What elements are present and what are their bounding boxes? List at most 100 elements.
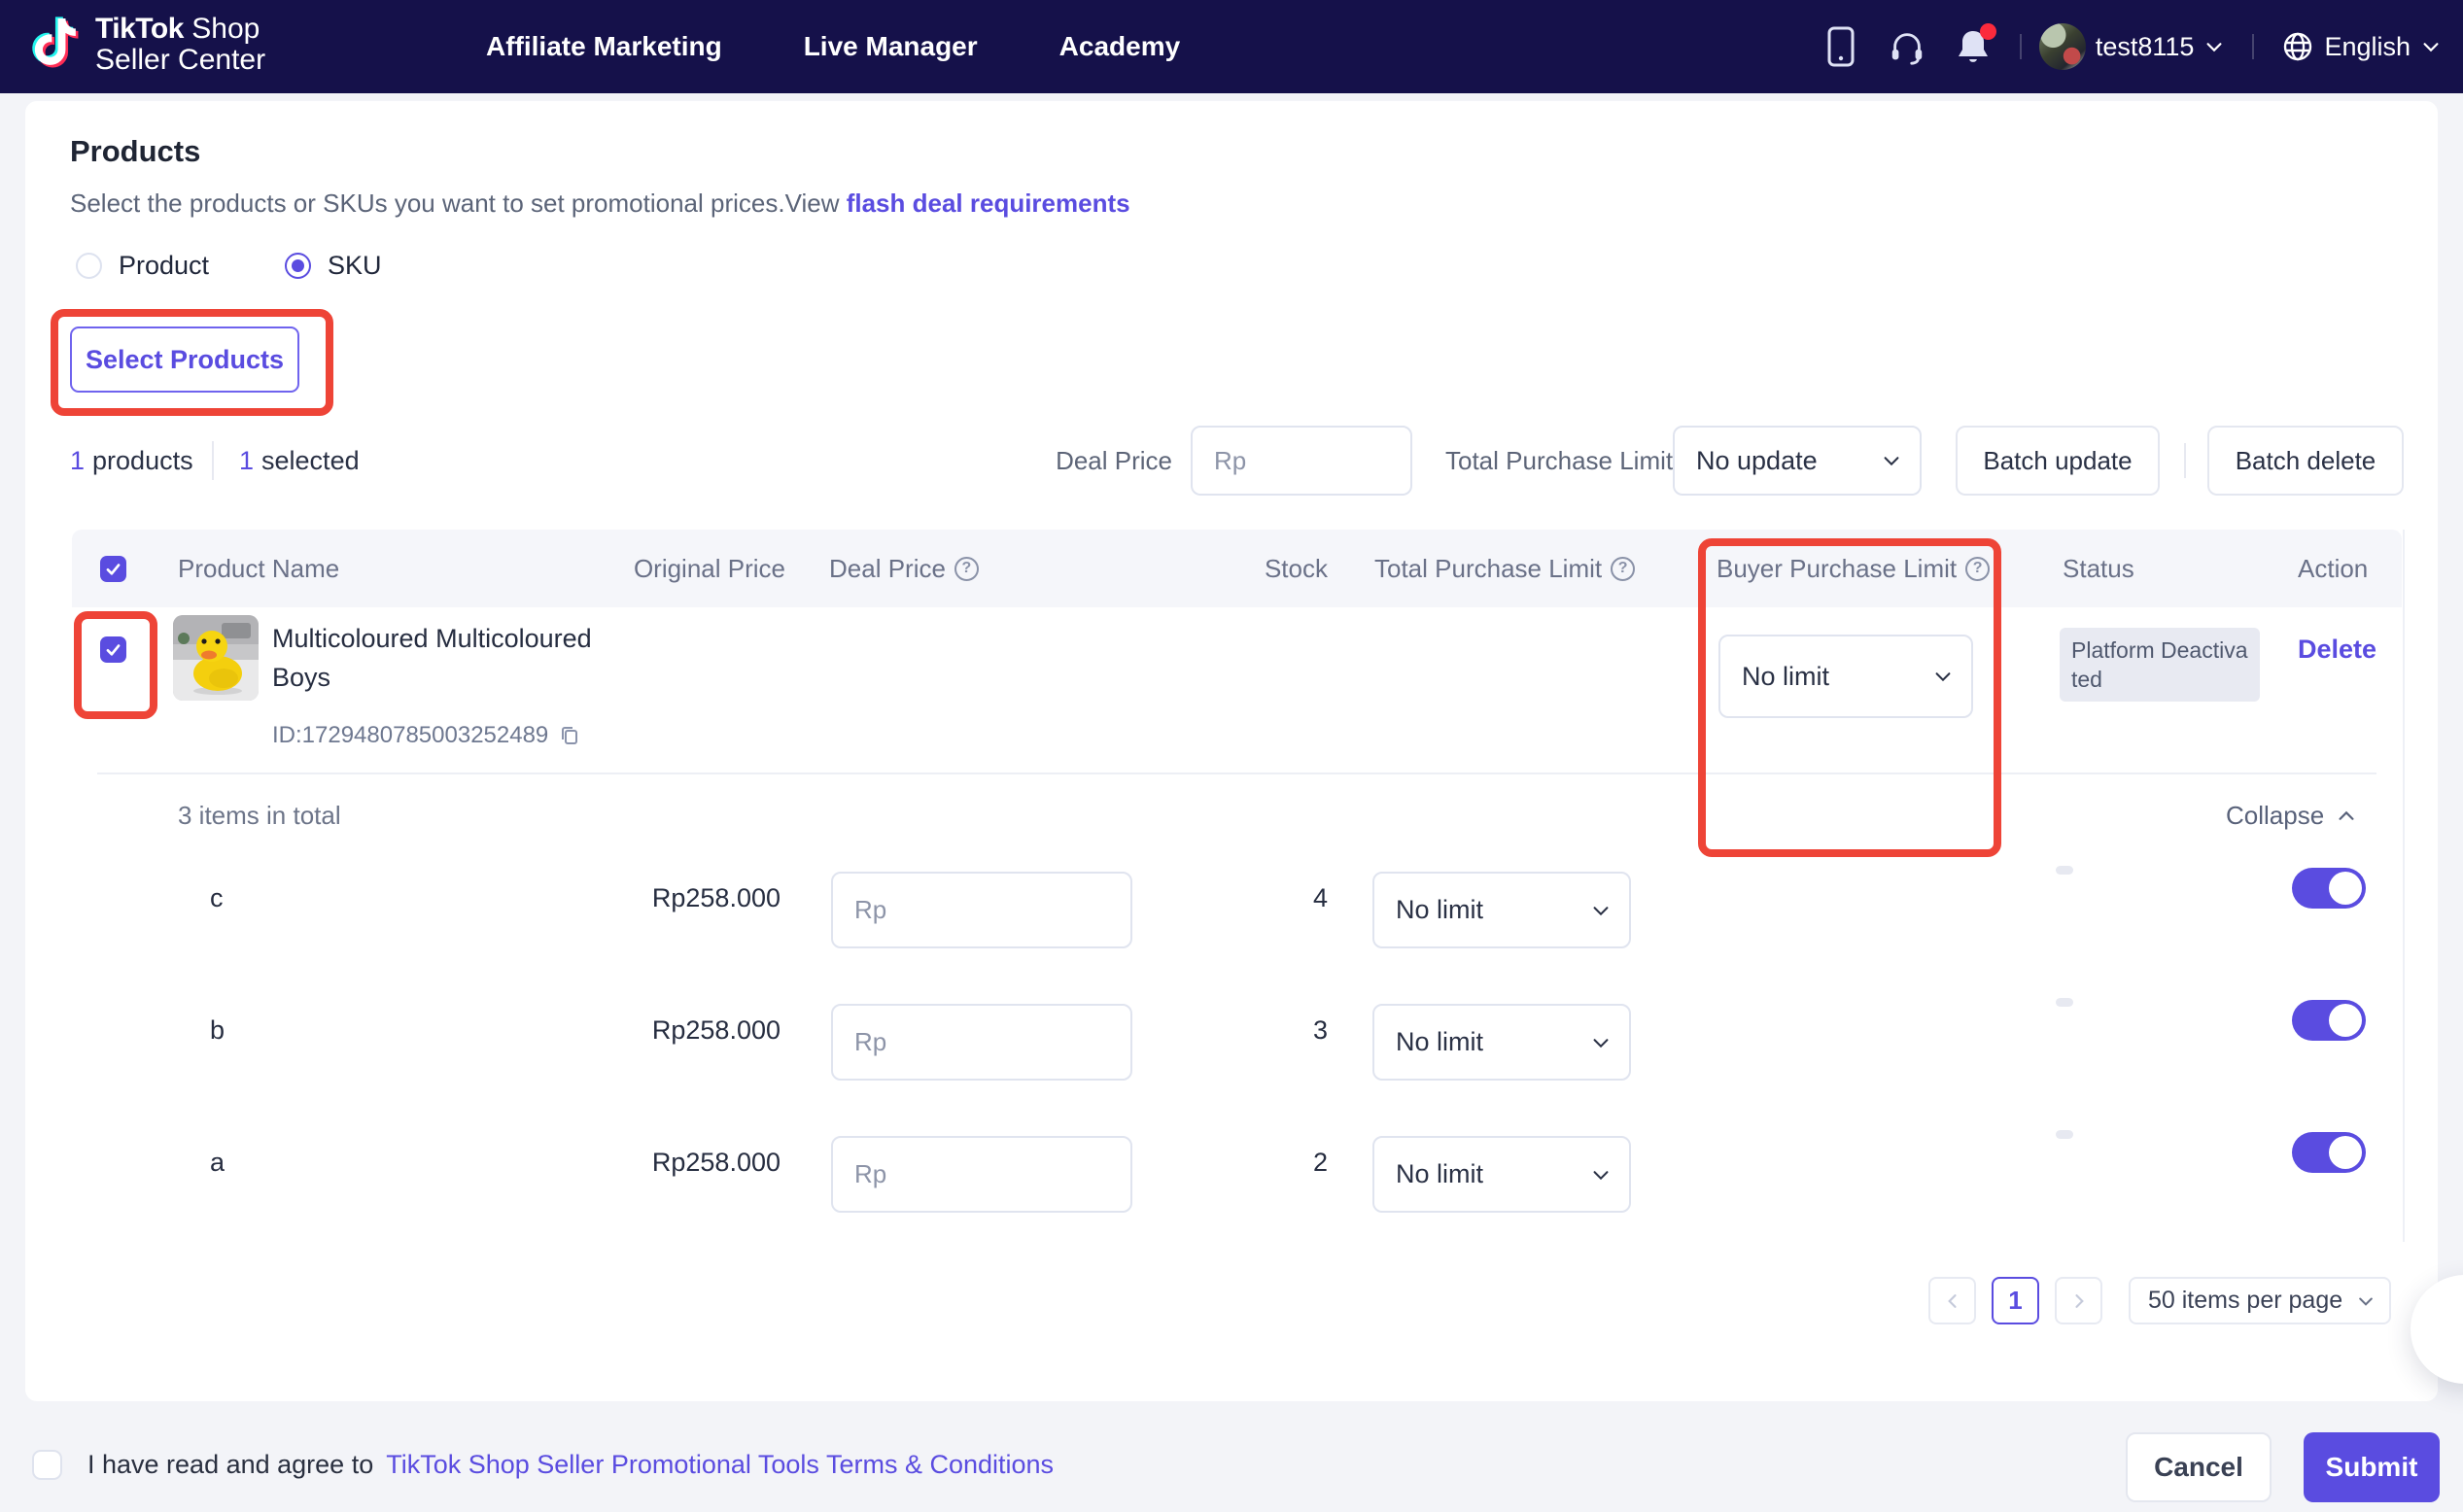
cancel-button[interactable]: Cancel [2126, 1432, 2272, 1502]
language-selector[interactable]: English [2281, 30, 2442, 63]
pagination-page-1[interactable]: 1 [1992, 1277, 2039, 1324]
page-title: Products [70, 134, 201, 168]
chevron-left-icon [1947, 1293, 1957, 1308]
nav-affiliate-marketing[interactable]: Affiliate Marketing [486, 31, 722, 62]
sku-original-price: Rp258.000 [651, 1015, 781, 1045]
radio-product[interactable]: Product [76, 251, 209, 281]
batch-update-button[interactable]: Batch update [1956, 426, 2160, 496]
row-divider [97, 773, 2376, 774]
col-buyer-purchase-limit: Buyer Purchase Limit ? [1717, 530, 1991, 607]
pagination-next-button[interactable] [2055, 1277, 2102, 1324]
select-products-button[interactable]: Select Products [70, 326, 299, 393]
pagination-prev-button[interactable] [1928, 1277, 1976, 1324]
navbar-actions: test8115 English [1821, 0, 2442, 93]
col-status: Status [2063, 553, 2134, 583]
headset-support-icon[interactable] [1888, 27, 1926, 66]
col-original-price: Original Price [633, 553, 785, 583]
chevron-down-icon [1593, 906, 1609, 915]
radio-product-label: Product [119, 251, 210, 280]
chevron-up-icon [2339, 810, 2354, 820]
chevron-down-icon [1935, 672, 1951, 682]
col-deal-price: Deal Price ? [829, 530, 979, 607]
chevron-down-icon [1593, 1170, 1609, 1180]
tiktok-shop-logo[interactable]: TikTok Shop Seller Center [29, 13, 266, 77]
chevron-down-icon [1593, 1038, 1609, 1048]
account-menu[interactable]: test8115 [2038, 23, 2226, 70]
col-stock: Stock [1264, 553, 1328, 583]
copy-icon[interactable] [558, 724, 581, 747]
table-row-product: Multicoloured Multicoloured Boys ID:1729… [72, 607, 2402, 773]
agreement-checkbox[interactable] [32, 1450, 62, 1480]
screen: TikTok Shop Seller Center Affiliate Mark… [0, 0, 2463, 1512]
buyer-purchase-limit-help-icon[interactable]: ? [1965, 556, 1991, 581]
nav-live-manager[interactable]: Live Manager [804, 31, 978, 62]
check-icon [106, 644, 121, 656]
total-purchase-limit-help-icon[interactable]: ? [1611, 556, 1636, 581]
sku-name: c [210, 883, 224, 912]
deal-price-help-icon[interactable]: ? [954, 556, 979, 581]
chevron-down-icon [2423, 43, 2439, 52]
subtitle-text: Select the products or SKUs you want to … [70, 189, 840, 218]
notification-dot [1979, 23, 1996, 40]
sku-deal-price-input[interactable] [831, 1136, 1132, 1213]
status-placeholder-dash [2056, 866, 2073, 875]
summary-divider [212, 441, 214, 480]
language-label: English [2324, 31, 2411, 61]
sku-deal-price-input[interactable] [831, 1004, 1132, 1081]
agreement-text: I have read and agree to [87, 1450, 374, 1479]
chevron-down-icon [2206, 43, 2222, 52]
nav-academy[interactable]: Academy [1059, 31, 1181, 62]
product-image-duck [173, 615, 259, 701]
agreement-row: I have read and agree to TikTok Shop Sel… [32, 1450, 1054, 1480]
chevron-down-icon [1884, 457, 1899, 466]
page-size-value: 50 items per page [2148, 1287, 2343, 1314]
buyer-purchase-limit-select[interactable]: No limit [1718, 635, 1973, 718]
products-count: 1 products [70, 446, 193, 475]
batch-deal-price-input[interactable] [1191, 426, 1412, 496]
flash-deal-requirements-link[interactable]: flash deal requirements [847, 189, 1130, 218]
col-action: Action [2298, 553, 2369, 583]
sku-original-price: Rp258.000 [651, 1148, 781, 1177]
sku-total-purchase-limit-select[interactable]: No limit [1372, 1136, 1631, 1213]
collapse-toggle[interactable]: Collapse [2226, 801, 2357, 831]
product-row-checkbox[interactable] [100, 636, 126, 663]
mobile-app-icon[interactable] [1821, 26, 1860, 67]
logo-text: TikTok Shop Seller Center [95, 13, 266, 77]
col-total-purchase-limit: Total Purchase Limit ? [1374, 530, 1636, 607]
status-badge: Platform Deactivated [2060, 628, 2260, 702]
radio-sku-circle [285, 253, 311, 279]
delete-product-link[interactable]: Delete [2298, 635, 2376, 665]
primary-nav: Affiliate Marketing Live Manager Academy [486, 0, 1180, 93]
sku-active-toggle[interactable] [2292, 1000, 2366, 1041]
sku-total-purchase-limit-select[interactable]: No limit [1372, 872, 1631, 948]
sku-items-total: 3 items in total [178, 801, 341, 830]
submit-button[interactable]: Submit [2304, 1432, 2440, 1502]
status-placeholder-dash [2056, 998, 2073, 1007]
select-all-checkbox[interactable] [100, 556, 126, 582]
sku-original-price: Rp258.000 [651, 883, 781, 912]
table-row-sku-a: a Rp258.000 2 No limit [72, 1105, 2402, 1237]
terms-and-conditions-link[interactable]: TikTok Shop Seller Promotional Tools Ter… [386, 1450, 1054, 1480]
sku-name: a [210, 1148, 225, 1177]
username: test8115 [2095, 31, 2195, 61]
sku-deal-price-input[interactable] [831, 872, 1132, 948]
batch-divider [2184, 443, 2186, 478]
page-subtitle: Select the products or SKUs you want to … [70, 189, 1130, 219]
globe-icon [2284, 32, 2312, 61]
total-purchase-limit-select[interactable]: No update [1673, 426, 1922, 496]
sku-active-toggle[interactable] [2292, 868, 2366, 909]
total-purchase-limit-value: No update [1696, 445, 1818, 475]
sku-active-toggle[interactable] [2292, 1132, 2366, 1173]
total-purchase-limit-label: Total Purchase Limit [1445, 446, 1674, 475]
top-navbar: TikTok Shop Seller Center Affiliate Mark… [0, 0, 2463, 93]
radio-sku[interactable]: SKU [285, 251, 382, 281]
sku-stock: 4 [1312, 883, 1328, 912]
notification-bell-icon[interactable] [1954, 23, 1996, 66]
sku-total-purchase-limit-select[interactable]: No limit [1372, 1004, 1631, 1081]
sku-stock: 2 [1312, 1148, 1328, 1177]
batch-delete-button[interactable]: Batch delete [2207, 426, 2404, 496]
page-size-select[interactable]: 50 items per page [2129, 1277, 2391, 1324]
navbar-divider [2019, 34, 2022, 59]
avatar [2038, 23, 2086, 70]
table-header-row: Product Name Original Price Deal Price ?… [72, 530, 2402, 607]
